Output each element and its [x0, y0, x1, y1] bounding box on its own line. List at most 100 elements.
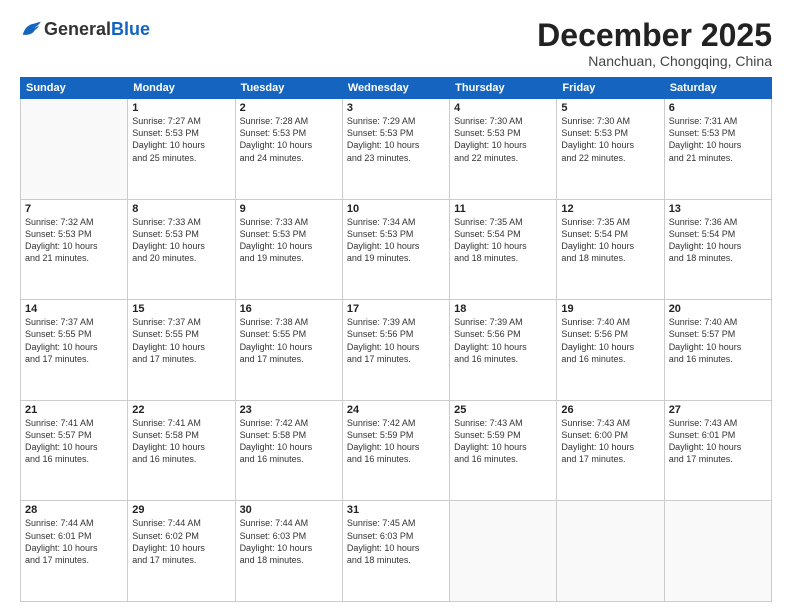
day-info: Sunrise: 7:30 AM Sunset: 5:53 PM Dayligh… [454, 115, 552, 164]
table-row: 16Sunrise: 7:38 AM Sunset: 5:55 PM Dayli… [235, 300, 342, 401]
day-info: Sunrise: 7:43 AM Sunset: 6:00 PM Dayligh… [561, 417, 659, 466]
logo-general: General [44, 19, 111, 39]
col-sunday: Sunday [21, 78, 128, 99]
day-number: 24 [347, 404, 445, 416]
day-info: Sunrise: 7:31 AM Sunset: 5:53 PM Dayligh… [669, 115, 767, 164]
table-row: 11Sunrise: 7:35 AM Sunset: 5:54 PM Dayli… [450, 199, 557, 300]
table-row: 1Sunrise: 7:27 AM Sunset: 5:53 PM Daylig… [128, 99, 235, 200]
day-number: 9 [240, 203, 338, 215]
logo-text: GeneralBlue [44, 19, 150, 40]
calendar-week-row: 21Sunrise: 7:41 AM Sunset: 5:57 PM Dayli… [21, 400, 772, 501]
day-number: 2 [240, 102, 338, 114]
day-info: Sunrise: 7:44 AM Sunset: 6:01 PM Dayligh… [25, 517, 123, 566]
day-number: 25 [454, 404, 552, 416]
table-row [664, 501, 771, 602]
location-subtitle: Nanchuan, Chongqing, China [537, 53, 772, 69]
day-number: 13 [669, 203, 767, 215]
calendar-week-row: 1Sunrise: 7:27 AM Sunset: 5:53 PM Daylig… [21, 99, 772, 200]
day-info: Sunrise: 7:45 AM Sunset: 6:03 PM Dayligh… [347, 517, 445, 566]
day-info: Sunrise: 7:30 AM Sunset: 5:53 PM Dayligh… [561, 115, 659, 164]
table-row: 5Sunrise: 7:30 AM Sunset: 5:53 PM Daylig… [557, 99, 664, 200]
col-saturday: Saturday [664, 78, 771, 99]
day-number: 22 [132, 404, 230, 416]
day-info: Sunrise: 7:37 AM Sunset: 5:55 PM Dayligh… [132, 316, 230, 365]
table-row: 31Sunrise: 7:45 AM Sunset: 6:03 PM Dayli… [342, 501, 449, 602]
table-row: 17Sunrise: 7:39 AM Sunset: 5:56 PM Dayli… [342, 300, 449, 401]
day-info: Sunrise: 7:39 AM Sunset: 5:56 PM Dayligh… [347, 316, 445, 365]
day-number: 15 [132, 303, 230, 315]
header: GeneralBlue December 2025 Nanchuan, Chon… [20, 18, 772, 69]
table-row [557, 501, 664, 602]
day-number: 29 [132, 504, 230, 516]
day-number: 21 [25, 404, 123, 416]
table-row: 2Sunrise: 7:28 AM Sunset: 5:53 PM Daylig… [235, 99, 342, 200]
day-number: 10 [347, 203, 445, 215]
bird-icon [20, 18, 42, 40]
day-number: 3 [347, 102, 445, 114]
table-row: 20Sunrise: 7:40 AM Sunset: 5:57 PM Dayli… [664, 300, 771, 401]
table-row: 4Sunrise: 7:30 AM Sunset: 5:53 PM Daylig… [450, 99, 557, 200]
table-row: 22Sunrise: 7:41 AM Sunset: 5:58 PM Dayli… [128, 400, 235, 501]
day-info: Sunrise: 7:42 AM Sunset: 5:58 PM Dayligh… [240, 417, 338, 466]
day-info: Sunrise: 7:28 AM Sunset: 5:53 PM Dayligh… [240, 115, 338, 164]
day-info: Sunrise: 7:32 AM Sunset: 5:53 PM Dayligh… [25, 216, 123, 265]
calendar-page: GeneralBlue December 2025 Nanchuan, Chon… [0, 0, 792, 612]
table-row: 23Sunrise: 7:42 AM Sunset: 5:58 PM Dayli… [235, 400, 342, 501]
logo: GeneralBlue [20, 18, 150, 40]
day-number: 23 [240, 404, 338, 416]
table-row: 21Sunrise: 7:41 AM Sunset: 5:57 PM Dayli… [21, 400, 128, 501]
table-row: 28Sunrise: 7:44 AM Sunset: 6:01 PM Dayli… [21, 501, 128, 602]
day-info: Sunrise: 7:41 AM Sunset: 5:57 PM Dayligh… [25, 417, 123, 466]
day-info: Sunrise: 7:41 AM Sunset: 5:58 PM Dayligh… [132, 417, 230, 466]
day-number: 14 [25, 303, 123, 315]
month-title: December 2025 [537, 18, 772, 53]
day-info: Sunrise: 7:35 AM Sunset: 5:54 PM Dayligh… [561, 216, 659, 265]
day-number: 30 [240, 504, 338, 516]
day-info: Sunrise: 7:43 AM Sunset: 6:01 PM Dayligh… [669, 417, 767, 466]
day-number: 26 [561, 404, 659, 416]
day-info: Sunrise: 7:33 AM Sunset: 5:53 PM Dayligh… [132, 216, 230, 265]
day-number: 28 [25, 504, 123, 516]
calendar-week-row: 28Sunrise: 7:44 AM Sunset: 6:01 PM Dayli… [21, 501, 772, 602]
day-info: Sunrise: 7:44 AM Sunset: 6:03 PM Dayligh… [240, 517, 338, 566]
calendar-week-row: 14Sunrise: 7:37 AM Sunset: 5:55 PM Dayli… [21, 300, 772, 401]
table-row: 25Sunrise: 7:43 AM Sunset: 5:59 PM Dayli… [450, 400, 557, 501]
day-number: 12 [561, 203, 659, 215]
day-number: 11 [454, 203, 552, 215]
table-row: 12Sunrise: 7:35 AM Sunset: 5:54 PM Dayli… [557, 199, 664, 300]
col-monday: Monday [128, 78, 235, 99]
day-number: 20 [669, 303, 767, 315]
table-row [21, 99, 128, 200]
day-info: Sunrise: 7:27 AM Sunset: 5:53 PM Dayligh… [132, 115, 230, 164]
col-tuesday: Tuesday [235, 78, 342, 99]
day-info: Sunrise: 7:29 AM Sunset: 5:53 PM Dayligh… [347, 115, 445, 164]
day-number: 18 [454, 303, 552, 315]
day-number: 16 [240, 303, 338, 315]
day-number: 19 [561, 303, 659, 315]
day-number: 1 [132, 102, 230, 114]
day-info: Sunrise: 7:37 AM Sunset: 5:55 PM Dayligh… [25, 316, 123, 365]
table-row: 8Sunrise: 7:33 AM Sunset: 5:53 PM Daylig… [128, 199, 235, 300]
calendar-week-row: 7Sunrise: 7:32 AM Sunset: 5:53 PM Daylig… [21, 199, 772, 300]
col-friday: Friday [557, 78, 664, 99]
logo-blue: Blue [111, 19, 150, 39]
day-info: Sunrise: 7:38 AM Sunset: 5:55 PM Dayligh… [240, 316, 338, 365]
day-number: 8 [132, 203, 230, 215]
day-info: Sunrise: 7:42 AM Sunset: 5:59 PM Dayligh… [347, 417, 445, 466]
day-number: 31 [347, 504, 445, 516]
day-info: Sunrise: 7:34 AM Sunset: 5:53 PM Dayligh… [347, 216, 445, 265]
title-block: December 2025 Nanchuan, Chongqing, China [537, 18, 772, 69]
calendar-table: Sunday Monday Tuesday Wednesday Thursday… [20, 77, 772, 602]
table-row: 30Sunrise: 7:44 AM Sunset: 6:03 PM Dayli… [235, 501, 342, 602]
table-row: 27Sunrise: 7:43 AM Sunset: 6:01 PM Dayli… [664, 400, 771, 501]
table-row [450, 501, 557, 602]
day-number: 17 [347, 303, 445, 315]
day-number: 7 [25, 203, 123, 215]
table-row: 14Sunrise: 7:37 AM Sunset: 5:55 PM Dayli… [21, 300, 128, 401]
table-row: 18Sunrise: 7:39 AM Sunset: 5:56 PM Dayli… [450, 300, 557, 401]
day-number: 27 [669, 404, 767, 416]
col-thursday: Thursday [450, 78, 557, 99]
day-info: Sunrise: 7:39 AM Sunset: 5:56 PM Dayligh… [454, 316, 552, 365]
day-info: Sunrise: 7:40 AM Sunset: 5:57 PM Dayligh… [669, 316, 767, 365]
table-row: 19Sunrise: 7:40 AM Sunset: 5:56 PM Dayli… [557, 300, 664, 401]
